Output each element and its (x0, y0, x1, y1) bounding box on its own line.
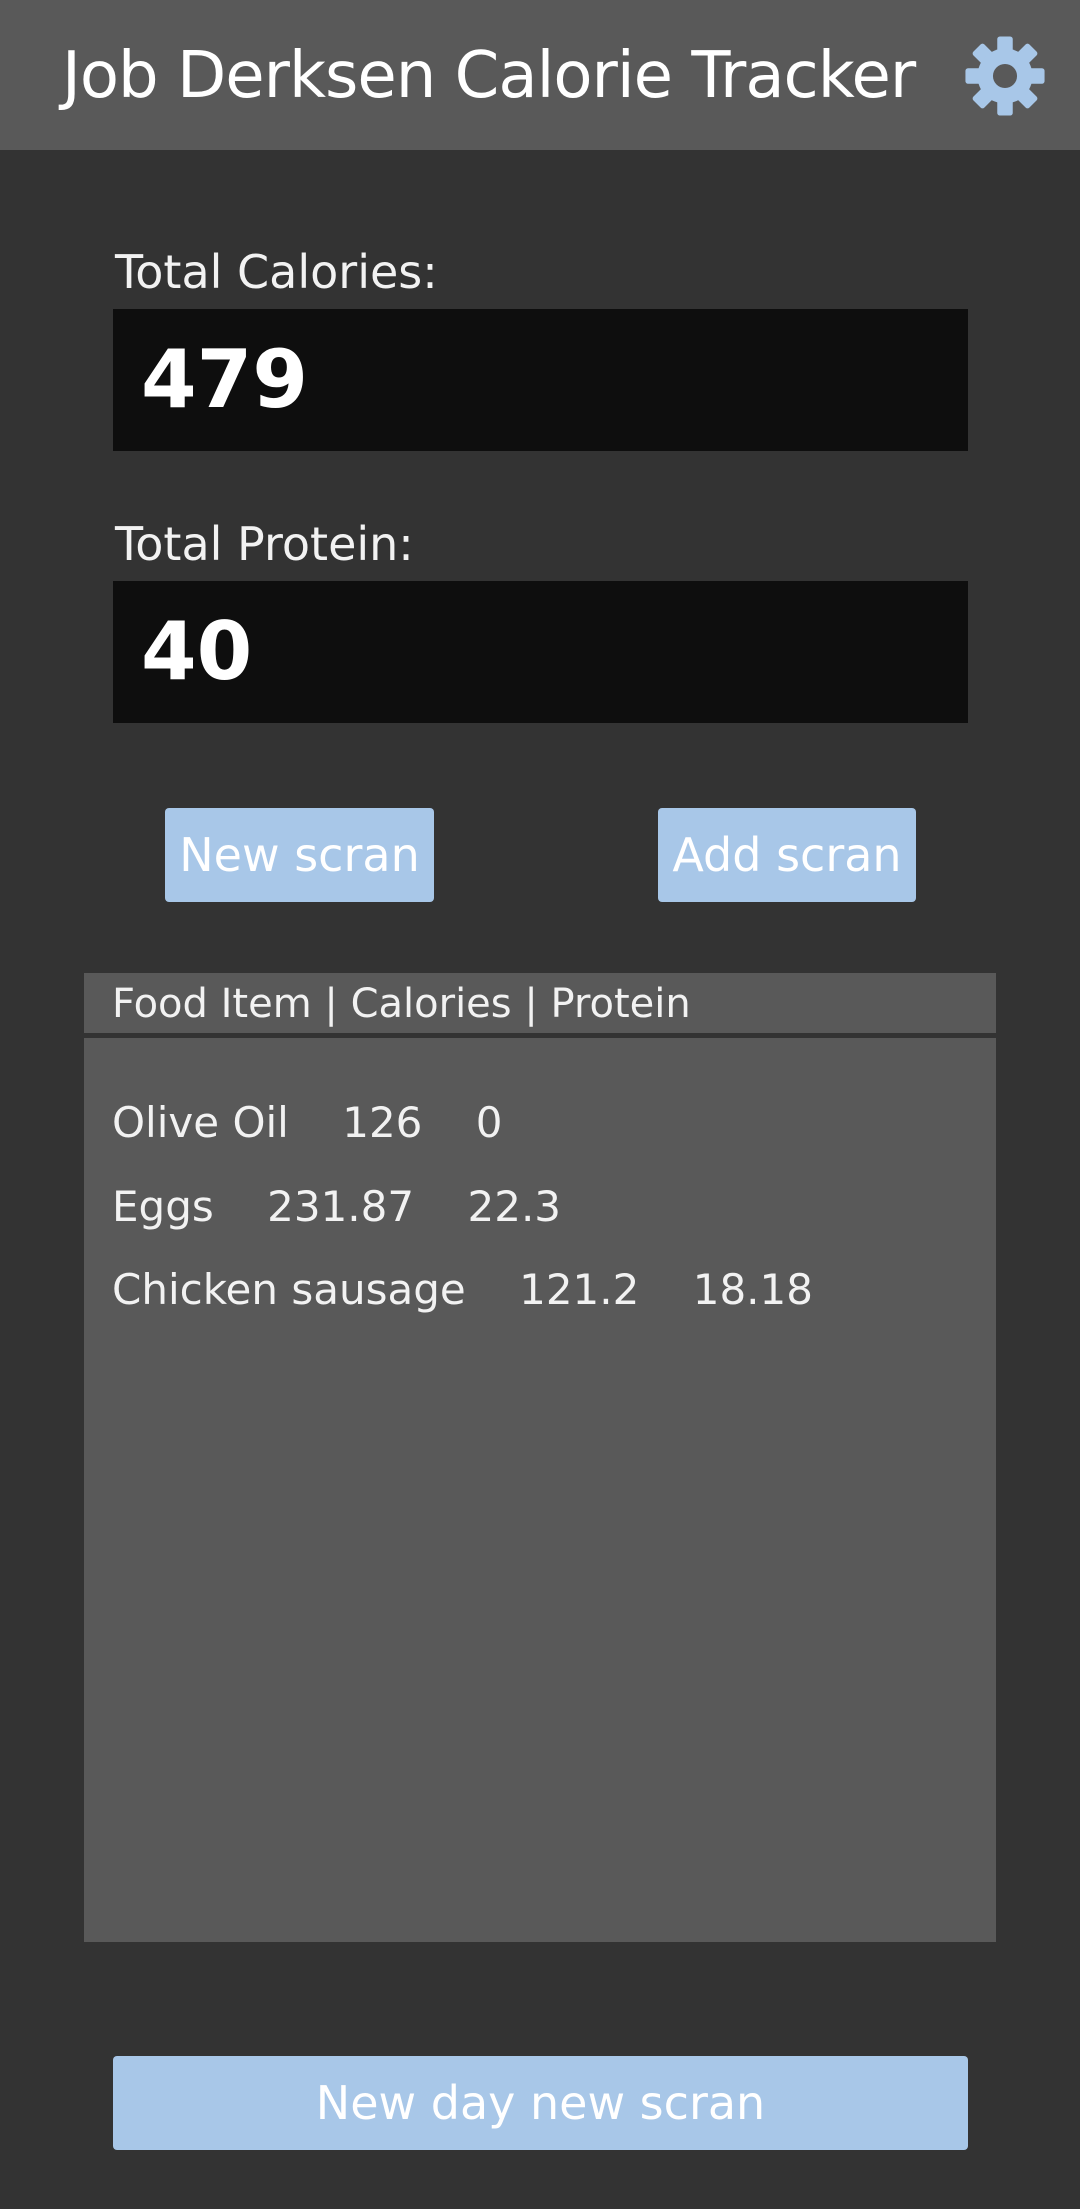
list-item[interactable]: Eggs 231.87 22.3 (112, 1177, 561, 1237)
food-list[interactable]: Olive Oil 126 0 Eggs 231.87 22.3 Chicken… (84, 1038, 996, 1942)
total-calories-value: 479 (141, 333, 308, 426)
food-list-header-label: Food Item | Calories | Protein (112, 981, 691, 1027)
total-calories-field: 479 (113, 309, 968, 451)
total-protein-label: Total Protein: (115, 517, 414, 571)
list-item[interactable]: Olive Oil 126 0 (112, 1093, 503, 1153)
new-day-button[interactable]: New day new scran (113, 2056, 968, 2150)
new-scran-button[interactable]: New scran (165, 808, 434, 902)
app-header: Job Derksen Calorie Tracker (0, 0, 1080, 150)
list-item[interactable]: Chicken sausage 121.2 18.18 (112, 1260, 813, 1320)
food-list-header: Food Item | Calories | Protein (84, 973, 996, 1037)
settings-button[interactable] (962, 33, 1048, 119)
total-calories-label: Total Calories: (115, 245, 438, 299)
gear-icon (965, 36, 1045, 116)
app-root: Job Derksen Calorie Tracker Total Calori… (0, 0, 1080, 2209)
add-scran-button[interactable]: Add scran (658, 808, 916, 902)
total-protein-value: 40 (141, 605, 253, 698)
total-protein-field: 40 (113, 581, 968, 723)
app-title: Job Derksen Calorie Tracker (62, 39, 916, 113)
